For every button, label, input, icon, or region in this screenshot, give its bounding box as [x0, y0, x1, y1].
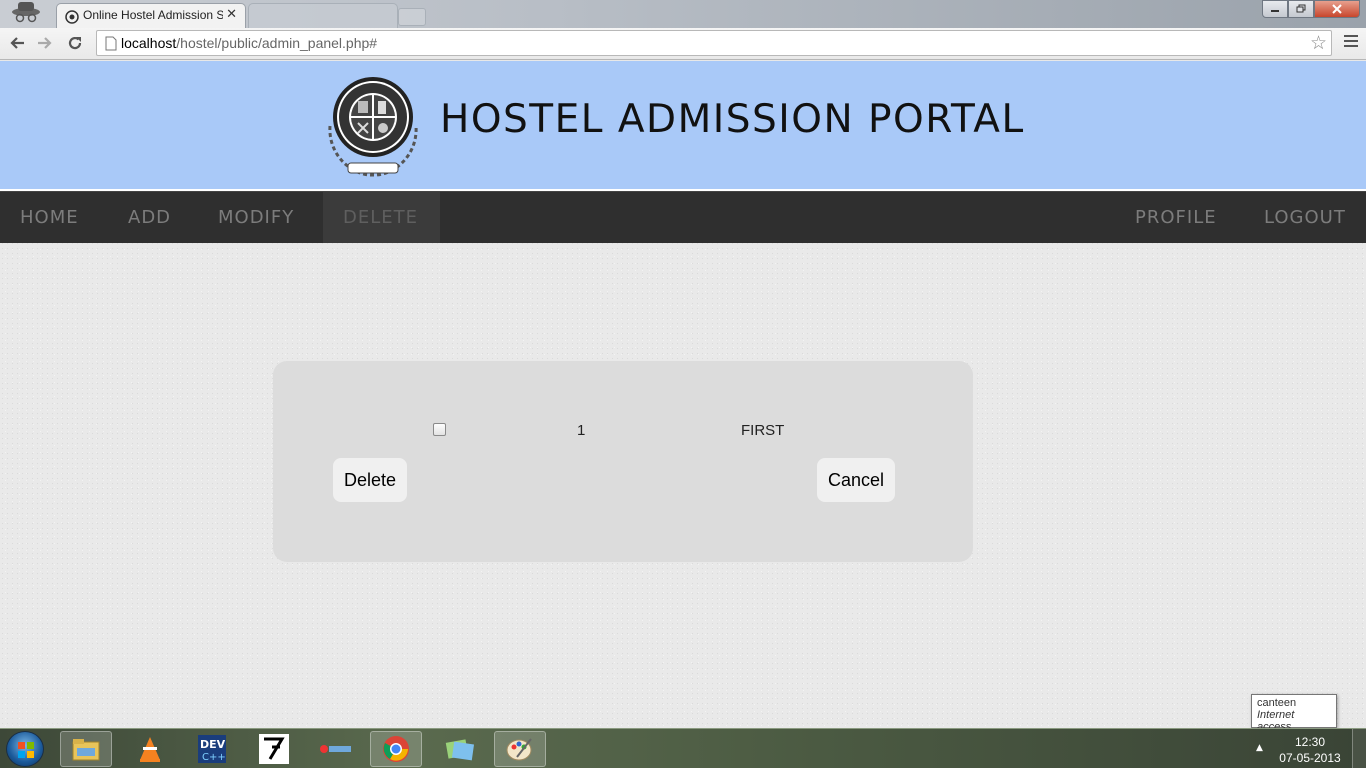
nav-profile[interactable]: PROFILE: [1115, 192, 1237, 243]
paint-icon[interactable]: [494, 731, 546, 767]
show-desktop-button[interactable]: [1352, 729, 1366, 768]
window-controls: [1262, 0, 1360, 18]
svg-text:DEV: DEV: [200, 738, 226, 751]
restore-icon[interactable]: [1288, 0, 1314, 18]
nav-modify[interactable]: MODIFY: [198, 192, 314, 243]
site-title: HOSTEL ADMISSION PORTAL: [440, 97, 1025, 142]
reload-icon[interactable]: [65, 33, 85, 53]
tab-title: Online Hostel Admission S: [83, 8, 223, 22]
nav-add[interactable]: ADD: [108, 192, 191, 243]
clock-time: 12:30: [1294, 735, 1326, 749]
taskbar: DEV C++ ▲ 12:30 07-05-2013: [0, 728, 1366, 768]
nav-home[interactable]: HOME: [0, 192, 99, 243]
vlc-icon[interactable]: [124, 731, 176, 767]
cancel-button[interactable]: Cancel: [817, 458, 895, 502]
record-id: 1: [577, 422, 586, 439]
browser-toolbar: localhost/hostel/public/admin_panel.php#…: [0, 28, 1366, 60]
bookmark-star-icon[interactable]: ☆: [1310, 33, 1327, 53]
file-explorer-icon[interactable]: [60, 731, 112, 767]
tab-close-icon[interactable]: ✕: [226, 7, 237, 22]
nav-delete[interactable]: DELETE: [323, 192, 440, 243]
site-header: HOSTEL ADMISSION PORTAL: [0, 61, 1366, 189]
delete-button[interactable]: Delete: [333, 458, 407, 502]
back-arrow-icon[interactable]: [7, 33, 27, 53]
folder-icon[interactable]: [434, 731, 486, 767]
record-name: FIRST: [741, 422, 785, 439]
page-content: HOSTEL ADMISSION PORTAL HOME ADD MODIFY …: [0, 61, 1366, 728]
institute-seal-icon: [318, 71, 428, 181]
chrome-menu-icon[interactable]: [1344, 35, 1358, 49]
close-window-icon[interactable]: [1314, 0, 1360, 18]
network-name: canteen: [1257, 697, 1297, 709]
address-bar[interactable]: localhost/hostel/public/admin_panel.php#…: [96, 30, 1332, 56]
system-clock[interactable]: 12:30 07-05-2013: [1278, 734, 1342, 766]
new-tab-button[interactable]: [398, 8, 426, 26]
delete-panel: 1 FIRST Delete Cancel: [273, 361, 973, 562]
nav-logout[interactable]: LOGOUT: [1244, 192, 1366, 243]
app-icon[interactable]: [248, 731, 300, 767]
forward-arrow-icon[interactable]: [35, 33, 55, 53]
tab-active[interactable]: Online Hostel Admission S ✕: [56, 3, 246, 28]
minimize-icon[interactable]: [1262, 0, 1288, 18]
tab-inactive[interactable]: [248, 3, 398, 28]
devcpp-icon[interactable]: DEV C++: [186, 731, 238, 767]
record-checkbox[interactable]: [433, 423, 446, 436]
network-tooltip: canteen Internet access: [1251, 694, 1337, 733]
svg-text:C++: C++: [202, 752, 226, 763]
tray-expand-icon[interactable]: ▲: [1256, 743, 1263, 753]
incognito-icon: [4, 0, 54, 26]
seal-favicon-icon: [65, 9, 79, 24]
window-titlebar: Online Hostel Admission S ✕: [0, 0, 1366, 28]
page-icon: [105, 36, 117, 51]
url-text: localhost/hostel/public/admin_panel.php#: [121, 35, 378, 51]
chrome-icon[interactable]: [370, 731, 422, 767]
clock-date: 07-05-2013: [1279, 751, 1341, 765]
bestel-icon[interactable]: [310, 731, 362, 767]
main-nav: HOME ADD MODIFY DELETE PROFILE LOGOUT: [0, 192, 1366, 243]
start-button[interactable]: [6, 731, 44, 767]
